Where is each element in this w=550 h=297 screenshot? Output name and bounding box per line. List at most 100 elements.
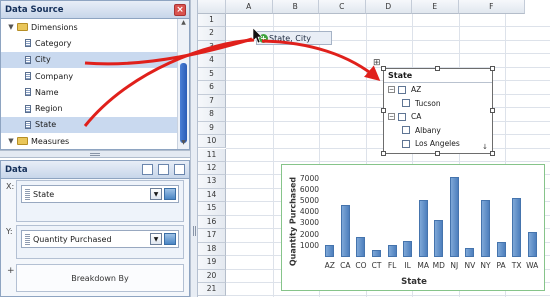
expand-icon[interactable]: ▼ [7,23,15,31]
row-header[interactable]: 4 [198,54,226,68]
row-header[interactable]: 16 [198,215,226,230]
y-field-pill[interactable]: Quantity Purchased ▼ [21,230,179,248]
checkbox[interactable] [398,112,406,121]
tree-item-dimensions[interactable]: ▼ Dimensions [1,19,177,35]
resize-handle[interactable] [490,151,495,156]
city-row[interactable]: Los Angeles [384,137,492,151]
state-filter-box[interactable]: State − AZ Tucson − CA Albany Los Angeles ↓ [383,68,493,154]
panel-splitter[interactable] [0,150,190,158]
row-header[interactable]: 21 [198,283,226,297]
checkbox[interactable] [402,99,410,108]
row-header[interactable]: 20 [198,269,226,283]
column-header[interactable]: A [226,0,273,14]
city-row[interactable]: Albany [384,124,492,138]
drag-grip-icon[interactable] [25,188,30,200]
row-header[interactable]: 13 [198,175,226,189]
collapse-icon[interactable]: − [388,113,395,121]
column-header[interactable]: C [319,0,366,14]
row-header[interactable]: 1 [198,14,226,28]
tree-item-state[interactable]: State [1,116,177,134]
chart-type-icon[interactable] [142,164,153,175]
x-axis-drop-zone[interactable]: State ▼ [16,180,184,222]
bar-fl[interactable] [387,244,397,257]
column-header[interactable]: E [412,0,459,14]
x-field-pill[interactable]: State ▼ [21,185,179,203]
chevron-down-icon[interactable]: ▼ [150,233,162,245]
row-header[interactable]: 10 [198,135,226,149]
row-header[interactable]: 2 [198,27,226,41]
column-header[interactable]: B [272,0,319,14]
bar-wa[interactable] [527,232,537,257]
chevron-down-icon[interactable]: ▼ [150,188,162,200]
drag-grip-icon[interactable] [25,233,30,245]
resize-handle[interactable] [435,66,440,71]
bar-co[interactable] [356,236,366,257]
column-header[interactable]: D [365,0,412,14]
row-header[interactable]: 6 [198,81,226,95]
tree-scrollbar[interactable]: ▲ ▼ [177,19,189,149]
table-view-icon[interactable] [158,164,169,175]
row-header[interactable]: 3 [198,40,226,55]
bar-pa[interactable] [496,242,506,257]
bar-il[interactable] [403,241,413,257]
checkbox[interactable] [398,85,406,94]
scroll-up-icon[interactable]: ▲ [178,19,189,29]
tree-item-region[interactable]: Region [1,100,177,116]
tree-item-company[interactable]: Company [1,68,177,84]
splitter-grip-icon[interactable] [90,153,100,156]
row-header[interactable]: 12 [198,161,226,176]
resize-handle[interactable] [490,66,495,71]
row-header[interactable]: 14 [198,188,226,203]
tree-item-category[interactable]: Category [1,35,177,51]
city-row[interactable]: Tucson [384,97,492,111]
resize-handle[interactable] [381,151,386,156]
bar-chart[interactable]: Quantity Purchased State 1000 2000 3000 400… [281,164,545,291]
row-header[interactable]: 9 [198,121,226,136]
row-header[interactable]: 15 [198,202,226,216]
select-all-corner[interactable] [198,0,226,14]
bar-tx[interactable] [512,197,522,257]
checkbox[interactable] [402,126,410,135]
move-handle-icon[interactable]: ⊞ [373,58,383,68]
tree-item-city[interactable]: City [1,51,177,68]
resize-handle[interactable] [381,108,386,113]
row-header[interactable]: 18 [198,242,226,257]
bar-ma[interactable] [418,199,428,257]
breakdown-by-zone[interactable]: Breakdown By [16,264,184,292]
panel-resize-bar[interactable] [190,0,198,297]
state-group-row[interactable]: − AZ [384,83,492,97]
row-header[interactable]: 8 [198,108,226,122]
resize-handle[interactable] [490,108,495,113]
bar-ca[interactable] [340,205,350,257]
options-icon[interactable] [174,164,185,175]
resize-handle[interactable] [435,151,440,156]
column-header[interactable]: F [458,0,525,14]
row-header[interactable]: 7 [198,94,226,109]
field-options-icon[interactable] [164,188,176,200]
bar-az[interactable] [325,244,335,257]
resize-grip-icon[interactable] [193,226,196,236]
filter-item-label: CA [411,112,422,122]
row-header[interactable]: 11 [198,148,226,162]
scroll-down-icon[interactable]: ↓ [482,143,488,151]
bar-nj[interactable] [449,177,459,257]
row-header[interactable]: 17 [198,229,226,243]
expand-icon[interactable]: ▼ [7,137,15,145]
row-header[interactable]: 19 [198,256,226,270]
collapse-icon[interactable]: − [388,86,395,94]
x-tick-label: TX [511,261,522,270]
state-group-row[interactable]: − CA [384,110,492,124]
y-axis-drop-zone[interactable]: Quantity Purchased ▼ [16,225,184,259]
scrollbar-thumb[interactable] [180,63,187,143]
field-options-icon[interactable] [164,233,176,245]
checkbox[interactable] [402,139,410,148]
scroll-down-icon[interactable]: ▼ [178,139,189,149]
row-header[interactable]: 5 [198,67,226,82]
bar-ny[interactable] [481,199,490,257]
bar-ct[interactable] [372,250,381,257]
tree-item-name[interactable]: Name [1,84,177,100]
bar-md[interactable] [434,220,444,257]
close-icon[interactable]: × [174,4,186,16]
bar-nv[interactable] [465,248,475,257]
tree-item-measures[interactable]: ▼ Measures [1,133,177,149]
